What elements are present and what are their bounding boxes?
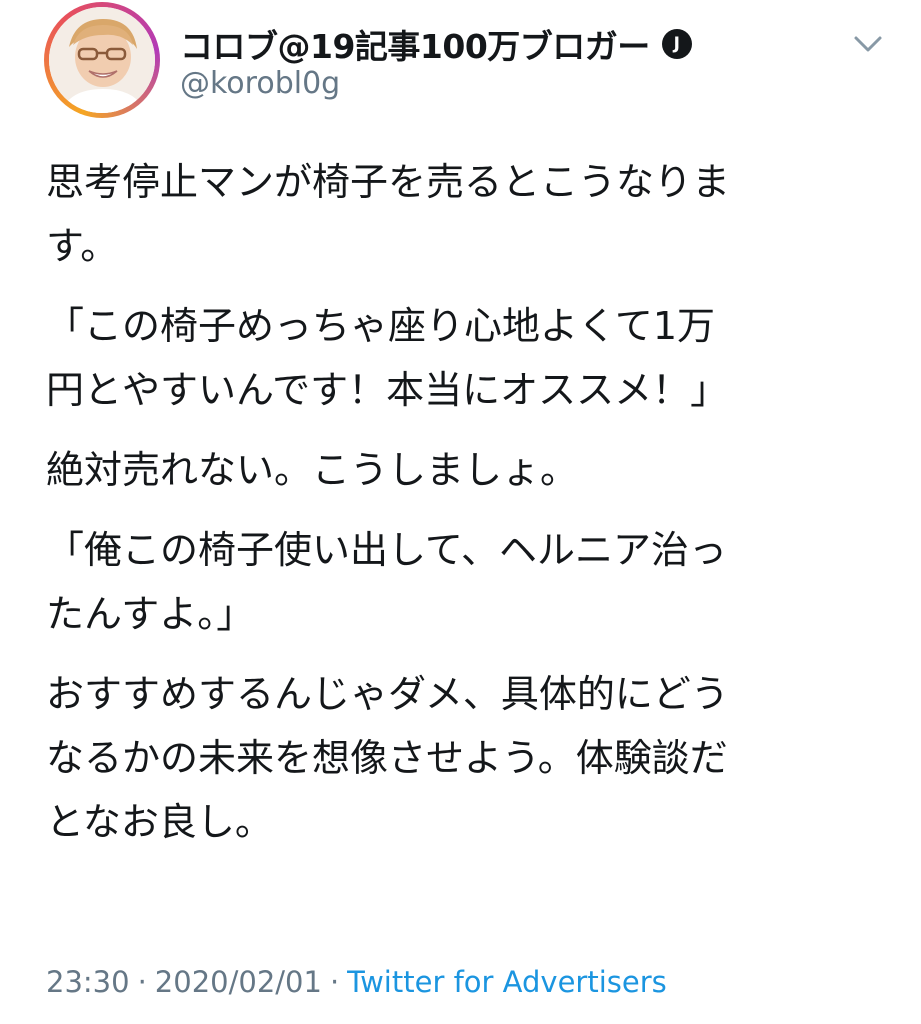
tweet-text: 思考停止マンが椅子を売るとこうなりま す。 「この椅子めっちゃ座り心地よくて1万… (46, 150, 886, 870)
author-display-name[interactable]: コロブ@19記事100万ブロガー (180, 20, 650, 68)
tweet-paragraph: 思考停止マンが椅子を売るとこうなりま す。 (46, 160, 731, 268)
author-handle[interactable]: @korobl0g (180, 66, 340, 101)
avatar[interactable] (44, 2, 160, 118)
chevron-down-icon[interactable] (848, 30, 888, 58)
tweet-paragraph: 「俺この椅子使い出して、ヘルニア治っ たんすよ。」 (46, 528, 727, 636)
tweet-date[interactable]: 2020/02/01 (155, 965, 322, 999)
meta-separator: · (329, 965, 340, 999)
tweet-card: コロブ@19記事100万ブロガー J @korobl0g 思考停止マンが椅子を売… (0, 0, 921, 1024)
tweet-paragraph: 「この椅子めっちゃ座り心地よくて1万 円とやすいんです！本当にオススメ！」 (46, 304, 729, 412)
tweet-time[interactable]: 23:30 (46, 965, 130, 999)
tweet-paragraph: おすすめするんじゃダメ、具体的にどう なるかの未来を想像させよう。体験談だ とな… (46, 672, 729, 844)
tweet-source-link[interactable]: Twitter for Advertisers (347, 965, 667, 999)
meta-separator: · (137, 965, 147, 999)
tweet-paragraph: 絶対売れない。こうしましょ。 (46, 448, 579, 492)
avatar-photo-icon (49, 7, 155, 113)
tweet-meta: 23:30 · 2020/02/01 · Twitter for Advertisers (46, 960, 667, 1004)
badge-icon: J (661, 29, 692, 59)
author-name-row[interactable]: コロブ@19記事100万ブロガー J (180, 22, 692, 66)
